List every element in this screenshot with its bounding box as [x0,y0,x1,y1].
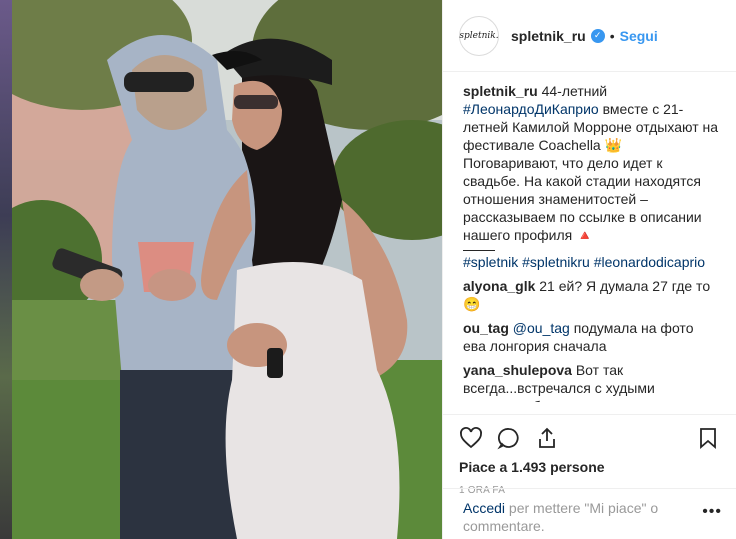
likes-count[interactable]: Piace a 1.493 persone [459,459,720,475]
caption-text-2: вместе с 21-летней Камилой Морроне отдых… [463,101,719,243]
comment-item: alyona_glk 21 ей? Я думала 27 где то 😁 [463,277,720,313]
avatar[interactable]: spletnik. [459,15,499,56]
more-options-icon[interactable]: ••• [702,503,722,521]
comments-list[interactable]: spletnik_ru 44-летний #ЛеонардоДиКаприо … [443,72,736,402]
separator-dot: • [609,27,615,44]
heart-icon[interactable] [459,426,483,450]
post-username[interactable]: spletnik_ru [511,28,586,44]
comment-username[interactable]: yana_shulepova [463,362,572,378]
post-sidebar: spletnik. spletnik_ru ✓ • Segui spletnik… [442,0,736,539]
verified-icon: ✓ [590,28,605,43]
comment-icon[interactable] [497,426,521,450]
comment-item: ou_tag @ou_tag подумала на фото ева лонг… [463,319,720,355]
caption-text-1: 44-летний [537,83,608,99]
post-actions: Piace a 1.493 persone 1 ORA FA [443,414,736,496]
actions-icons [459,421,720,455]
caption-hashtags[interactable]: #spletnik #spletnikru #leonardodicaprio [463,254,705,270]
caption-username[interactable]: spletnik_ru [463,83,538,99]
caption: spletnik_ru 44-летний #ЛеонардоДиКаприо … [463,82,720,271]
post-photo[interactable] [12,0,442,539]
share-icon[interactable] [535,426,559,450]
comment-item: yana_shulepova Вот так всегда...встречал… [463,361,720,402]
caption-divider [463,250,495,251]
comment-mention[interactable]: @ou_tag [509,320,570,336]
login-prompt: Accedi per mettere "Mi piace" o commenta… [443,488,736,535]
post-header: spletnik. spletnik_ru ✓ • Segui [443,0,736,72]
bookmark-icon[interactable] [696,426,720,450]
caption-hashtag[interactable]: #ЛеонардоДиКаприо [463,101,599,117]
background-edge [0,0,12,539]
comment-username[interactable]: alyona_glk [463,278,535,294]
login-link[interactable]: Accedi [463,500,505,516]
comment-username[interactable]: ou_tag [463,320,509,336]
avatar-label: spletnik. [459,30,499,41]
follow-button[interactable]: Segui [620,28,658,44]
